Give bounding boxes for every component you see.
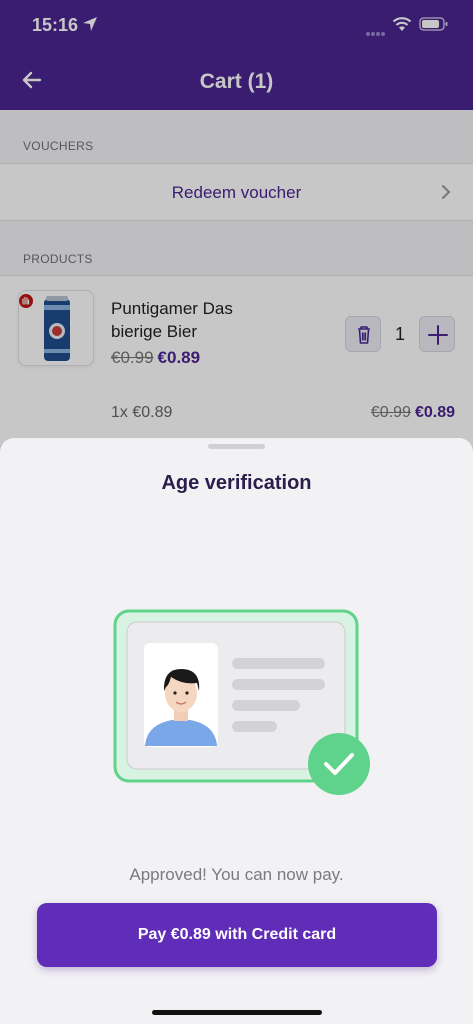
sheet-title: Age verification (161, 472, 312, 494)
age-verification-sheet: Age verification Approved! You can now p… (0, 438, 473, 1024)
checkmark-icon (308, 733, 370, 795)
pay-button[interactable]: Pay €0.89 with Credit card (37, 903, 437, 967)
sheet-handle[interactable] (208, 444, 265, 449)
id-card-illustration (113, 609, 373, 804)
home-indicator[interactable] (152, 1010, 322, 1015)
approval-message: Approved! You can now pay. (129, 865, 344, 884)
